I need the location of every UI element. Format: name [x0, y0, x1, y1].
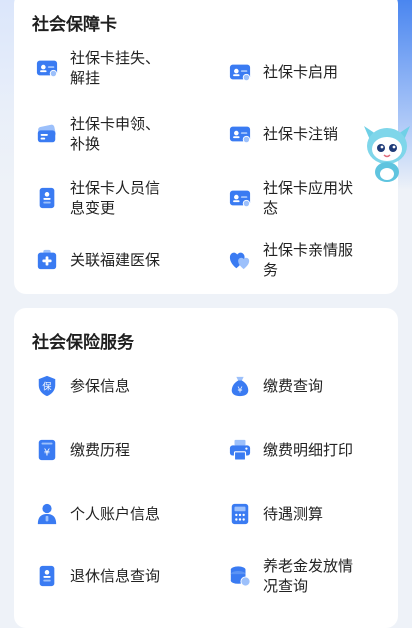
- social-card-section: 社会保障卡 社保卡挂失、解挂 社保卡启用 社保卡申领、补换 社保卡注销 社保卡人…: [14, 0, 398, 294]
- payment-query-item[interactable]: ¥ 缴费查询: [229, 364, 399, 408]
- money-bag-icon: ¥: [231, 376, 249, 397]
- id-card-icon: [229, 190, 251, 208]
- card-stack-icon: [37, 124, 56, 143]
- shield-icon: 保: [38, 375, 56, 397]
- personal-account-item[interactable]: 个人账户信息: [36, 492, 206, 536]
- item-label: 社保卡挂失、解挂: [70, 49, 161, 87]
- id-card-icon: [229, 126, 251, 144]
- id-card-icon: [229, 64, 251, 82]
- item-label: 待遇测算: [263, 505, 324, 523]
- item-label: 社保卡申领、补换: [70, 115, 161, 153]
- retirement-info-item[interactable]: 退休信息查询: [36, 554, 206, 598]
- section-title: 社会保障卡: [32, 15, 117, 35]
- card-info-change-item[interactable]: 社保卡人员信息变更: [36, 176, 206, 220]
- receipt-icon: ¥: [38, 439, 56, 461]
- svg-text:¥: ¥: [44, 448, 50, 459]
- fujian-medical-item[interactable]: 关联福建医保: [36, 238, 206, 282]
- card-activation-item[interactable]: 社保卡启用: [229, 50, 399, 94]
- item-label: 社保卡人员信息变更: [70, 179, 161, 217]
- benefit-calc-item[interactable]: 待遇测算: [229, 492, 399, 536]
- document-person-icon: [39, 565, 55, 587]
- svg-text:¥: ¥: [237, 384, 242, 394]
- item-label: 个人账户信息: [70, 505, 161, 523]
- medical-kit-icon: [37, 249, 57, 270]
- insurance-service-section: 社会保险服务 保 参保信息 ¥ 缴费查询 ¥ 缴费历程 缴费明细打印 个人账户信…: [14, 308, 398, 628]
- item-label: 社保卡注销: [263, 125, 339, 143]
- section-title: 社会保险服务: [32, 333, 134, 353]
- item-label: 退休信息查询: [70, 567, 161, 585]
- item-label: 缴费查询: [263, 377, 324, 395]
- payment-history-item[interactable]: ¥ 缴费历程: [36, 428, 206, 472]
- pension-payment-item[interactable]: 养老金发放情况查询: [229, 554, 399, 598]
- item-label: 社保卡启用: [263, 63, 339, 81]
- insured-info-item[interactable]: 保 参保信息: [36, 364, 206, 408]
- id-card-icon: [36, 60, 58, 78]
- hearts-icon: [229, 252, 250, 270]
- coins-icon: [230, 566, 251, 587]
- document-person-icon: [39, 187, 55, 209]
- svg-text:保: 保: [42, 381, 51, 393]
- family-service-item[interactable]: 社保卡亲情服务: [229, 238, 399, 282]
- item-label: 缴费历程: [70, 441, 131, 459]
- card-loss-report-item[interactable]: 社保卡挂失、解挂: [36, 46, 206, 90]
- item-label: 参保信息: [70, 377, 131, 395]
- item-label: 关联福建医保: [70, 251, 161, 269]
- item-label: 养老金发放情况查询: [263, 557, 354, 595]
- calculator-icon: [231, 503, 249, 525]
- item-label: 社保卡亲情服务: [263, 241, 354, 279]
- item-label: 缴费明细打印: [263, 441, 354, 459]
- card-apply-replace-item[interactable]: 社保卡申领、补换: [36, 112, 206, 156]
- assistant-mascot-icon[interactable]: [364, 122, 410, 184]
- payment-detail-print-item[interactable]: 缴费明细打印: [229, 428, 399, 472]
- printer-icon: [229, 439, 251, 461]
- item-label: 社保卡应用状态: [263, 179, 354, 217]
- person-icon: [37, 503, 57, 525]
